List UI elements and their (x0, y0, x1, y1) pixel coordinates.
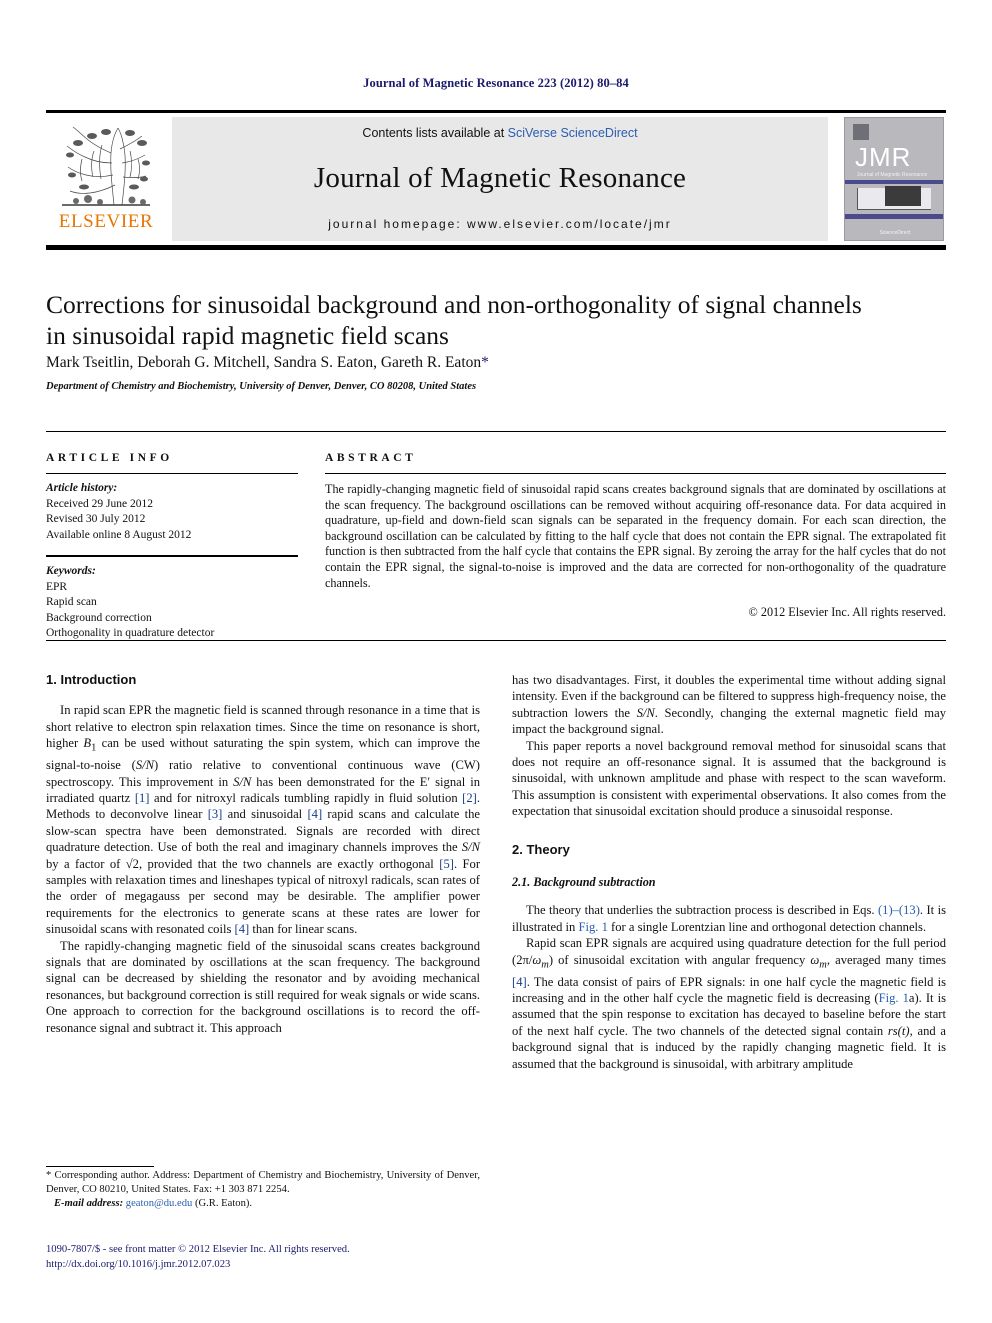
abstract-copyright: © 2012 Elsevier Inc. All rights reserved… (748, 605, 946, 620)
cover-footer-text: ScienceDirect (879, 230, 911, 236)
article-history-label: Article history: (46, 482, 118, 494)
text-run: for a single Lorentzian line and orthogo… (607, 919, 927, 934)
equation-link[interactable]: (1)–(13) (878, 903, 920, 917)
symbol-omega: ω (532, 952, 542, 967)
title-line-2: in sinusoidal rapid magnetic field scans (46, 321, 449, 350)
masthead-bottom-rule (46, 245, 946, 250)
journal-homepage[interactable]: journal homepage: www.elsevier.com/locat… (328, 217, 671, 231)
citation-ref[interactable]: [3] (208, 807, 223, 821)
paragraph-right-1: has two disadvantages. First, it doubles… (512, 672, 946, 738)
paper-page: Journal of Magnetic Resonance 223 (2012)… (0, 0, 992, 1323)
running-head: Journal of Magnetic Resonance 223 (2012)… (363, 76, 629, 90)
body-column-left: 1. Introduction In rapid scan EPR the ma… (46, 672, 480, 1036)
paragraph-right-3: The theory that underlies the subtractio… (512, 902, 946, 935)
elsevier-tree-icon (58, 119, 154, 211)
symbol-sn: S/N (233, 774, 252, 789)
article-history-revised: Revised 30 July 2012 (46, 513, 146, 525)
cover-mri-image (885, 186, 921, 206)
paragraph-intro-1: In rapid scan EPR the magnetic field is … (46, 702, 480, 937)
paragraph-right-2: This paper reports a novel background re… (512, 738, 946, 819)
cover-bar-top (845, 180, 943, 184)
symbol-rs-t: rs(t) (887, 1023, 910, 1038)
body-column-right: has two disadvantages. First, it doubles… (512, 672, 946, 1072)
citation-ref[interactable]: [4] (512, 975, 527, 989)
title-line-1: Corrections for sinusoidal background an… (46, 290, 862, 319)
text-run: and for nitroxyl radicals tumbling rapid… (149, 790, 463, 805)
symbol-sn: S/N (135, 758, 155, 773)
sciencedirect-link[interactable]: SciVerse ScienceDirect (508, 126, 638, 140)
subscript-m: m (819, 959, 827, 971)
author-list: Mark Tseitlin, Deborah G. Mitchell, Sand… (46, 354, 926, 372)
contents-prefix: Contents lists available at (362, 126, 508, 140)
keyword-item: EPR (46, 580, 68, 593)
symbol-sn: S/N (461, 840, 480, 855)
keyword-item: Background correction (46, 611, 152, 624)
paragraph-intro-2: The rapidly-changing magnetic field of t… (46, 938, 480, 1035)
journal-masthead: ELSEVIER Contents lists available at Sci… (46, 110, 946, 241)
affiliation: Department of Chemistry and Biochemistry… (46, 381, 477, 392)
article-info-heading: ARTICLE INFO (46, 452, 173, 464)
article-info-rule-1 (46, 473, 298, 474)
citation-ref[interactable]: [1] (135, 791, 150, 805)
symbol-sn: S/N (636, 705, 655, 720)
author-names: Mark Tseitlin, Deborah G. Mitchell, Sand… (46, 354, 482, 371)
figure-link[interactable]: Fig. 1 (879, 991, 909, 1005)
symbol-B: B (83, 736, 92, 751)
subscript-m: m (541, 959, 549, 971)
footnote-rule (46, 1166, 154, 1167)
contents-list-line: Contents lists available at SciVerse Sci… (362, 126, 637, 140)
elsevier-logo: ELSEVIER (46, 117, 166, 241)
page-title: Corrections for sinusoidal background an… (46, 289, 926, 351)
figure-link[interactable]: Fig. 1 (578, 920, 607, 934)
citation-ref[interactable]: [4] (235, 922, 250, 936)
abstract-text: The rapidly-changing magnetic field of s… (325, 482, 946, 590)
cover-acronym: JMR (855, 142, 912, 172)
article-history-online: Available online 8 August 2012 (46, 528, 192, 541)
section-heading-introduction: 1. Introduction (46, 672, 137, 687)
abstract-heading: ABSTRACT (325, 452, 417, 464)
email-owner: (G.R. Eaton). (192, 1198, 253, 1210)
text-run: than for linear scans. (249, 922, 358, 937)
email-label: E-mail address: (53, 1198, 124, 1210)
masthead-center-band: Contents lists available at SciVerse Sci… (172, 117, 828, 241)
abstract-rule (325, 473, 946, 474)
abstract-block: ABSTRACT The rapidly-changing magnetic f… (325, 452, 946, 620)
text-run: ) of sinusoidal excitation with angular … (548, 952, 811, 967)
article-info-rule-2 (46, 555, 298, 557)
symbol-omega: ω (810, 952, 820, 967)
text-run: and sinusoidal (222, 807, 308, 822)
text-run: The theory that underlies the subtractio… (526, 903, 878, 918)
section-heading-theory: 2. Theory (512, 841, 570, 857)
citation-ref[interactable]: [4] (307, 807, 322, 821)
paragraph-right-4: Rapid scan EPR signals are acquired usin… (512, 935, 946, 1072)
issn-copyright-line: 1090-7807/$ - see front matter © 2012 El… (46, 1244, 350, 1255)
cover-subtitle: Journal of Magnetic Resonance (857, 172, 928, 178)
citation-ref[interactable]: [5] (439, 857, 454, 871)
keywords-label: Keywords: (46, 565, 96, 577)
corresponding-author-note: Corresponding author. Address: Departmen… (46, 1170, 480, 1196)
corresponding-author-marker: * (481, 354, 489, 371)
article-info-block: ARTICLE INFO Article history: Received 2… (46, 452, 298, 642)
elsevier-wordmark: ELSEVIER (58, 211, 154, 232)
journal-title: Journal of Magnetic Resonance (313, 162, 687, 194)
cover-bar-bottom (845, 214, 943, 219)
journal-cover-thumbnail: JMR Journal of Magnetic Resonance Scienc… (838, 117, 946, 241)
subsection-heading-background-subtraction: 2.1. Background subtraction (512, 875, 656, 890)
text-run: by a factor of √2, provided that the two… (46, 856, 440, 871)
footnote-block: * Corresponding author. Address: Departm… (46, 1169, 480, 1212)
doi-link[interactable]: http://dx.doi.org/10.1016/j.jmr.2012.07.… (46, 1258, 546, 1273)
text-run: , averaged many times (826, 952, 946, 967)
article-history-received: Received 29 June 2012 (46, 497, 153, 510)
cover-elsevier-icon (853, 124, 869, 140)
info-block-top-rule (46, 431, 946, 432)
keyword-item: Rapid scan (46, 596, 97, 608)
colophon-block: 1090-7807/$ - see front matter © 2012 El… (46, 1243, 546, 1272)
email-link[interactable]: geaton@du.edu (126, 1198, 193, 1209)
citation-ref[interactable]: [2] (462, 791, 477, 805)
info-block-bottom-rule (46, 640, 946, 641)
